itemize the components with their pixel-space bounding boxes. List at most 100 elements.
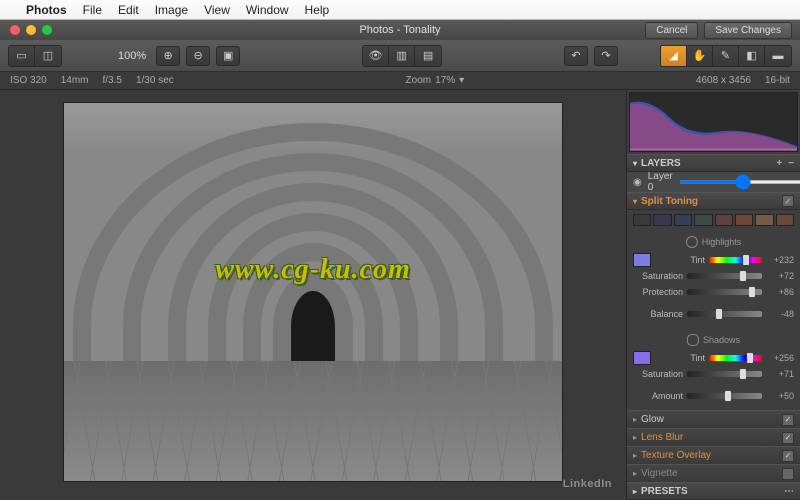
swatch[interactable] [694, 214, 712, 226]
swatch[interactable] [735, 214, 753, 226]
save-changes-button[interactable]: Save Changes [704, 22, 792, 39]
histogram[interactable] [629, 92, 798, 152]
photo-preview[interactable]: www.cg-ku.com [63, 102, 563, 482]
section-checkbox[interactable]: ✓ [782, 195, 794, 207]
lens-blur-section[interactable]: ▸Lens Blur✓ [627, 428, 800, 446]
fit-screen-icon[interactable]: ▣ [216, 46, 240, 66]
zoom-text: Zoom [406, 75, 432, 86]
single-view-icon[interactable]: ▭ [9, 46, 35, 66]
zoom-label[interactable]: 100% [114, 50, 150, 62]
shadows-sat-slider[interactable] [687, 371, 762, 377]
shadows-color[interactable] [633, 351, 651, 365]
glow-checkbox[interactable]: ✓ [782, 414, 794, 426]
minimize-icon[interactable] [26, 25, 36, 35]
preview-segment[interactable]: 👁 ▥ ▤ [362, 45, 442, 67]
layer-opacity-slider[interactable] [679, 180, 800, 184]
watermark-text: www.cg-ku.com [215, 254, 411, 286]
cloud-icon [687, 334, 699, 346]
histogram-toggle-icon[interactable]: ◢ [661, 46, 687, 66]
highlights-prot-value: +86 [766, 287, 794, 297]
highlights-tint-slider[interactable] [709, 257, 762, 263]
menu-image[interactable]: Image [155, 3, 188, 17]
highlights-tint-value: +232 [766, 255, 794, 265]
disclosure-icon[interactable]: ▾ [633, 197, 637, 206]
glow-label: Glow [641, 414, 664, 425]
menu-view[interactable]: View [204, 3, 230, 17]
split-toning-header[interactable]: ▾ Split Toning ✓ [627, 192, 800, 210]
view-mode-segment[interactable]: ▭ ◫ [8, 45, 62, 67]
layers-header[interactable]: ▾ LAYERS +− [627, 154, 800, 172]
canvas-area[interactable]: www.cg-ku.com LinkedIn [0, 90, 626, 500]
brush-tool-icon[interactable]: ✎ [713, 46, 739, 66]
visibility-icon[interactable]: ◉ [633, 177, 642, 188]
swatch[interactable] [776, 214, 794, 226]
vignette-label: Vignette [641, 468, 678, 479]
lens-blur-checkbox[interactable]: ✓ [782, 432, 794, 444]
zoom-in-icon[interactable]: ⊕ [156, 46, 180, 66]
layer-row[interactable]: ◉ Layer 0 100 [627, 172, 800, 192]
preset-swatches [627, 210, 800, 230]
toolbar: ▭ ◫ 100% ⊕ ⊖ ▣ 👁 ▥ ▤ ↶ ↷ ◢ ✋ ✎ ◧ ▬ [0, 40, 800, 72]
add-layer-icon[interactable]: + [776, 158, 782, 169]
shadows-sat-value: +71 [766, 369, 794, 379]
before-after-icon[interactable]: ▤ [415, 46, 441, 66]
remove-layer-icon[interactable]: − [788, 158, 794, 169]
swatch[interactable] [633, 214, 651, 226]
menu-edit[interactable]: Edit [118, 3, 139, 17]
layer-name[interactable]: Layer 0 [648, 171, 673, 193]
right-tools-segment[interactable]: ◢ ✋ ✎ ◧ ▬ [660, 45, 792, 67]
vignette-checkbox[interactable] [782, 468, 794, 480]
disclosure-icon[interactable]: ▾ [633, 159, 637, 168]
vignette-section[interactable]: ▸Vignette [627, 464, 800, 482]
menu-help[interactable]: Help [305, 3, 330, 17]
presets-header[interactable]: ▸PRESETS⋯ [627, 482, 800, 500]
compare-icon[interactable]: ▥ [389, 46, 415, 66]
glow-section[interactable]: ▸Glow✓ [627, 410, 800, 428]
presets-menu-icon[interactable]: ⋯ [784, 486, 794, 497]
zoom-dropdown-icon[interactable]: ▾ [459, 75, 464, 86]
highlights-label: Highlights [702, 237, 742, 247]
swatch[interactable] [653, 214, 671, 226]
balance-label: Balance [633, 309, 683, 319]
amount-slider[interactable] [687, 393, 762, 399]
swatch[interactable] [755, 214, 773, 226]
cancel-button[interactable]: Cancel [645, 22, 698, 39]
shadows-group: Shadows Tint +256 Saturation +71 Amount … [627, 328, 800, 410]
split-view-icon[interactable]: ◫ [35, 46, 61, 66]
menu-window[interactable]: Window [246, 3, 289, 17]
texture-section[interactable]: ▸Texture Overlay✓ [627, 446, 800, 464]
zoom-out-icon[interactable]: ⊖ [186, 46, 210, 66]
eraser-tool-icon[interactable]: ◧ [739, 46, 765, 66]
hand-tool-icon[interactable]: ✋ [687, 46, 713, 66]
menu-file[interactable]: File [83, 3, 102, 17]
highlights-sat-slider[interactable] [687, 273, 762, 279]
highlights-sat-value: +72 [766, 271, 794, 281]
balance-slider[interactable] [687, 311, 762, 317]
presets-label: PRESETS [641, 486, 688, 497]
swatch[interactable] [715, 214, 733, 226]
highlights-prot-slider[interactable] [687, 289, 762, 295]
saturation-label: Saturation [633, 369, 683, 379]
fullscreen-icon[interactable] [42, 25, 52, 35]
shadows-tint-slider[interactable] [709, 355, 762, 361]
swatch[interactable] [674, 214, 692, 226]
balance-value: -48 [766, 309, 794, 319]
info-bar: ISO 320 14mm f/3.5 1/30 sec Zoom 17% ▾ 4… [0, 72, 800, 90]
right-panel: ▾ LAYERS +− ◉ Layer 0 100 ▾ Split Toning… [626, 90, 800, 500]
quick-preview-icon[interactable]: 👁 [363, 46, 389, 66]
focal-length: 14mm [61, 75, 89, 86]
amount-label: Amount [633, 391, 683, 401]
texture-checkbox[interactable]: ✓ [782, 450, 794, 462]
zoom-percent[interactable]: 17% [435, 75, 455, 86]
shadows-tint-value: +256 [766, 353, 794, 363]
redo-icon[interactable]: ↷ [594, 46, 618, 66]
iso-value: ISO 320 [10, 75, 47, 86]
menu-app[interactable]: Photos [26, 3, 67, 17]
amount-value: +50 [766, 391, 794, 401]
bit-depth: 16-bit [765, 75, 790, 86]
highlights-color[interactable] [633, 253, 651, 267]
gradient-tool-icon[interactable]: ▬ [765, 46, 791, 66]
close-icon[interactable] [10, 25, 20, 35]
undo-icon[interactable]: ↶ [564, 46, 588, 66]
saturation-label: Saturation [633, 271, 683, 281]
